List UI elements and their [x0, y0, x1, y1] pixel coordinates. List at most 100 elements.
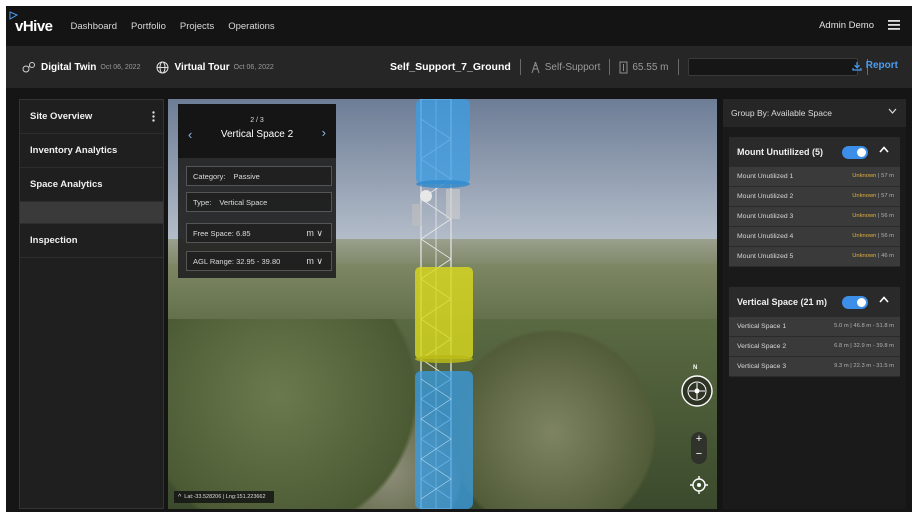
row-status: Unknown	[852, 253, 877, 259]
zoom-control: + −	[691, 432, 707, 464]
section-header[interactable]: Mount Unutilized (5)	[729, 137, 900, 167]
row-name: Mount Unutilized 4	[737, 233, 794, 240]
list-item[interactable]: Mount Unutilized 5 Unknown | 46 m	[729, 247, 900, 267]
group-by-select[interactable]: Group By: Available Space	[723, 99, 906, 127]
row-status: Unknown	[852, 233, 877, 239]
chevron-right-icon[interactable]: ›	[322, 125, 326, 140]
asset-type: Self-Support	[544, 61, 601, 73]
zoom-in-button[interactable]: +	[691, 432, 707, 447]
caret-up-icon[interactable]	[879, 296, 889, 303]
row-range: 32.9 m - 39.8 m	[853, 343, 894, 349]
vhive-logo[interactable]: vHive	[9, 10, 53, 35]
sidebar-item-selected[interactable]	[20, 202, 163, 224]
divider	[519, 59, 521, 75]
asset-bar: Digital Twin Oct 06, 2022 Virtual Tour O…	[6, 46, 912, 88]
row-size: 9.3 m	[834, 363, 849, 369]
caret-up-icon[interactable]	[879, 146, 889, 153]
analysis-sidebar: Site Overview Inventory Analytics Space …	[19, 99, 164, 509]
row-meta: Unknown | 56 m	[852, 213, 894, 219]
download-icon	[852, 61, 862, 71]
kebab-icon[interactable]	[152, 111, 155, 122]
vertical-space-toggle[interactable]	[842, 296, 868, 309]
asset-name: Self_Support_7_Ground	[390, 61, 511, 73]
nav-operations[interactable]: Operations	[228, 21, 274, 32]
agl-range-field[interactable]: AGL Range: 32.95 - 39.80 m ∨	[186, 251, 332, 271]
list-item[interactable]: Vertical Space 2 6.8 m | 32.9 m - 39.8 m	[729, 337, 900, 357]
row-range: 46.8 m - 51.8 m	[853, 323, 894, 329]
free-space-field[interactable]: Free Space: 6.85 m ∨	[186, 223, 332, 243]
coordinates-readout: ^ Lat:-33.528206 | Lng:151.223662	[174, 491, 274, 503]
vertical-space-section: Vertical Space (21 m) Vertical Space 1 5…	[729, 287, 900, 377]
unit-label: m	[306, 256, 314, 266]
divider	[677, 59, 679, 75]
mount-antenna[interactable]	[420, 190, 432, 202]
category-value: Passive	[233, 171, 260, 181]
chevron-down-icon	[888, 108, 897, 114]
section-header[interactable]: Vertical Space (21 m)	[729, 287, 900, 317]
list-item[interactable]: Mount Unutilized 3 Unknown | 56 m	[729, 207, 900, 227]
compass-icon[interactable]	[680, 374, 714, 408]
row-name: Mount Unutilized 5	[737, 253, 794, 260]
row-meta: 5.0 m | 46.8 m - 51.8 m	[834, 323, 894, 329]
nav-dashboard[interactable]: Dashboard	[71, 21, 117, 32]
virtual-tour-date: Oct 06, 2022	[233, 63, 274, 71]
logo-mark-icon	[9, 10, 18, 20]
row-meta: 9.3 m | 22.3 m - 31.5 m	[834, 363, 894, 369]
3d-viewport[interactable]: ‹ 2 / 3 Vertical Space 2 › Category: Pas…	[168, 99, 717, 509]
row-status: Unknown	[852, 173, 877, 179]
digital-twin-tab[interactable]: Digital Twin Oct 06, 2022	[22, 61, 140, 73]
sidebar-item-space-analytics[interactable]: Space Analytics	[20, 168, 163, 202]
list-item[interactable]: Vertical Space 3 9.3 m | 22.3 m - 31.5 m	[729, 357, 900, 377]
row-value: 57 m	[881, 173, 894, 179]
row-range: 22.3 m - 31.5 m	[853, 363, 894, 369]
list-item[interactable]: Mount Unutilized 4 Unknown | 56 m	[729, 227, 900, 247]
sidebar-item-inventory-analytics[interactable]: Inventory Analytics	[20, 134, 163, 168]
list-item[interactable]: Vertical Space 1 5.0 m | 46.8 m - 51.8 m	[729, 317, 900, 337]
report-label: Report	[865, 60, 898, 71]
mount-unutilized-toggle[interactable]	[842, 146, 868, 159]
virtual-tour-title: Virtual Tour	[174, 61, 230, 73]
coordinates-text: Lat:-33.528206 | Lng:151.223662	[184, 494, 266, 500]
vertical-space-2-volume[interactable]	[415, 267, 473, 359]
row-value: 46 m	[881, 253, 894, 259]
agl-range-value: AGL Range: 32.95 - 39.80	[193, 256, 281, 266]
user-name[interactable]: Admin Demo	[819, 20, 874, 31]
space-title: Vertical Space 2	[220, 129, 294, 140]
sidebar-item-label: Inventory Analytics	[30, 145, 118, 156]
caret-up-icon[interactable]: ^	[178, 494, 181, 501]
asset-search-field[interactable]	[687, 58, 858, 76]
row-size: 5.0 m	[834, 323, 849, 329]
sidebar-item-site-overview[interactable]: Site Overview	[20, 100, 163, 134]
category-label: Category:	[193, 171, 226, 181]
free-space-unit-select[interactable]: m ∨	[306, 228, 323, 239]
asset-height: 65.55 m	[632, 61, 669, 73]
toggle-knob	[857, 298, 866, 307]
height-icon	[619, 61, 628, 73]
vertical-space-1-volume[interactable]	[416, 99, 470, 184]
row-meta: Unknown | 57 m	[852, 193, 894, 199]
row-status: Unknown	[852, 193, 877, 199]
type-value: Vertical Space	[219, 197, 268, 207]
virtual-tour-tab[interactable]: Virtual Tour Oct 06, 2022	[156, 61, 274, 74]
digital-twin-icon	[22, 62, 35, 73]
type-label: Type:	[193, 197, 212, 207]
zoom-out-button[interactable]: −	[691, 447, 707, 462]
nav-projects[interactable]: Projects	[180, 21, 214, 32]
space-pager: ‹ 2 / 3 Vertical Space 2 ›	[178, 104, 336, 158]
globe-icon	[156, 61, 169, 73]
available-space-panel: Group By: Available Space Mount Unutiliz…	[723, 99, 906, 509]
row-meta: 6.8 m | 32.9 m - 39.8 m	[834, 343, 894, 349]
report-button[interactable]: Report	[852, 60, 898, 71]
menu-icon[interactable]	[888, 20, 900, 30]
mount-unutilized-section: Mount Unutilized (5) Mount Unutilized 1 …	[729, 137, 900, 267]
locate-icon[interactable]	[690, 476, 708, 494]
list-item[interactable]: Mount Unutilized 1 Unknown | 57 m	[729, 167, 900, 187]
sidebar-item-inspection[interactable]: Inspection	[20, 224, 163, 258]
list-item[interactable]: Mount Unutilized 2 Unknown | 57 m	[729, 187, 900, 207]
vertical-space-3-volume[interactable]	[415, 371, 473, 509]
digital-twin-date: Oct 06, 2022	[100, 63, 141, 71]
tower-icon	[531, 61, 540, 73]
agl-unit-select[interactable]: m ∨	[306, 256, 323, 267]
asset-info: Self_Support_7_Ground Self-Support 65.55…	[390, 46, 877, 88]
nav-portfolio[interactable]: Portfolio	[131, 21, 166, 32]
